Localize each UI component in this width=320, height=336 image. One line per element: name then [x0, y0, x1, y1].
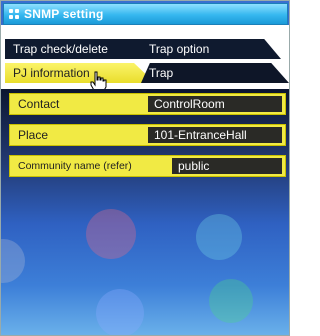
tab-label: Trap — [149, 66, 174, 80]
tab-trap[interactable]: Trap — [141, 63, 289, 83]
tab-label: Trap option — [149, 42, 210, 56]
tab-pj-information[interactable]: PJ information — [5, 63, 155, 83]
window-title: SNMP setting — [24, 7, 104, 21]
tab-label: PJ information — [13, 66, 90, 80]
tab-trap-option[interactable]: Trap option — [141, 39, 281, 59]
contact-value[interactable]: ControlRoom — [148, 96, 282, 112]
mail-icon — [86, 209, 136, 259]
community-row: Community name (refer) public — [9, 155, 286, 177]
grid-icon — [9, 9, 19, 19]
contact-row: Contact ControlRoom — [9, 93, 286, 115]
place-value[interactable]: 101-EntranceHall — [148, 127, 282, 143]
title-bar: SNMP setting — [3, 3, 288, 25]
decorative-circle — [1, 239, 25, 283]
snmp-setting-window: SNMP setting Trap check/delete Trap opti… — [0, 0, 290, 336]
place-label: Place — [18, 128, 49, 142]
tab-trap-check-delete[interactable]: Trap check/delete — [5, 39, 143, 59]
contact-label: Contact — [18, 97, 60, 111]
community-label: Community name (refer) — [18, 160, 132, 172]
wrench-icon — [196, 214, 242, 260]
gear-icon — [209, 279, 253, 323]
community-value[interactable]: public — [172, 158, 282, 174]
place-row: Place 101-EntranceHall — [9, 124, 286, 146]
tab-label: Trap check/delete — [13, 42, 108, 56]
camera-icon — [96, 289, 144, 335]
